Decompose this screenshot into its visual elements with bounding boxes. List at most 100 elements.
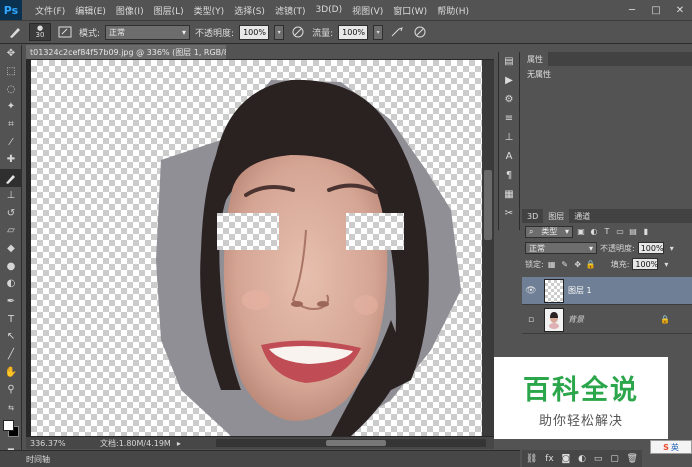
horizontal-scrollbar[interactable] — [216, 439, 486, 447]
filter-pixel-icon[interactable]: ▣ — [576, 227, 586, 236]
hand-tool-icon[interactable]: ✋ — [0, 363, 22, 381]
eyedropper-tool-icon[interactable]: ⁄ — [0, 133, 22, 151]
pressure-opacity-icon[interactable] — [289, 23, 307, 41]
lock-all-icon[interactable]: 🔒 — [586, 260, 596, 269]
timeline-label[interactable]: 时间轴 — [26, 454, 50, 465]
path-selection-tool-icon[interactable]: ↖ — [0, 328, 22, 346]
menu-filter[interactable]: 滤镜(T) — [270, 4, 311, 17]
character-panel-icon[interactable]: A — [499, 147, 519, 166]
layer-style-icon[interactable]: fx — [545, 454, 554, 464]
menu-3d[interactable]: 3D(D) — [310, 5, 347, 15]
menu-type[interactable]: 类型(Y) — [189, 4, 230, 17]
tools-settings-icon[interactable]: ✂ — [499, 204, 519, 223]
swap-colors-icon[interactable]: ⇆ — [0, 399, 22, 417]
opacity-dropdown-icon[interactable]: ▾ — [274, 24, 285, 40]
airbrush-icon[interactable] — [388, 23, 406, 41]
visibility-toggle-empty[interactable]: ▫ — [522, 315, 540, 325]
close-button[interactable]: ✕ — [668, 0, 692, 20]
type-tool-icon[interactable]: T — [0, 310, 22, 328]
zoom-tool-icon[interactable]: ⚲ — [0, 381, 22, 399]
lock-position-icon[interactable]: ✥ — [573, 260, 583, 269]
canvas[interactable] — [31, 60, 482, 436]
lock-pixels-icon[interactable]: ✎ — [560, 260, 570, 269]
clone-stamp-tool-icon[interactable]: ⊥ — [0, 187, 22, 205]
pressure-size-icon[interactable] — [411, 23, 429, 41]
fill-dropdown-icon[interactable]: ▾ — [661, 260, 671, 269]
magic-wand-tool-icon[interactable]: ✦ — [0, 98, 22, 116]
horizontal-scroll-thumb[interactable] — [326, 440, 386, 446]
tab-layers[interactable]: 图层 — [543, 209, 570, 223]
add-mask-icon[interactable]: ◙ — [562, 454, 571, 464]
ime-indicator[interactable]: S 英 — [650, 440, 692, 454]
brush-preset-icon[interactable] — [6, 23, 24, 41]
layer-name[interactable]: 背景 — [568, 314, 584, 325]
menu-layer[interactable]: 图层(L) — [149, 4, 189, 17]
document-tab[interactable]: t01324c2cef84f57b09.jpg @ 336% (图层 1, RG… — [26, 45, 226, 59]
document-size[interactable]: 文档:1.80M/4.19M — [86, 438, 171, 449]
layer-row-background[interactable]: ▫ 背景 🔒 — [522, 306, 692, 334]
opacity-dropdown-icon[interactable]: ▾ — [667, 244, 677, 253]
timeline-bar[interactable]: 时间轴 — [0, 450, 520, 467]
tab-properties[interactable]: 属性 — [522, 52, 548, 66]
visibility-eye-icon[interactable]: 👁 — [522, 286, 540, 296]
menu-file[interactable]: 文件(F) — [30, 4, 70, 17]
info-panel-icon[interactable]: ▦ — [499, 185, 519, 204]
brush-presets-icon[interactable]: ⊥ — [499, 128, 519, 147]
flow-dropdown-icon[interactable]: ▾ — [373, 24, 384, 40]
filter-type-icon[interactable]: T — [602, 227, 612, 236]
adjustments-panel-icon[interactable]: ≡ — [499, 109, 519, 128]
crop-tool-icon[interactable]: ⌗ — [0, 116, 22, 134]
foreground-color-swatch[interactable] — [3, 420, 14, 432]
dodge-tool-icon[interactable]: ◐ — [0, 275, 22, 293]
brush-tool-icon[interactable] — [0, 168, 22, 187]
fill-field[interactable]: 100% — [632, 258, 659, 270]
color-swatches[interactable] — [0, 416, 22, 444]
vertical-scrollbar[interactable] — [482, 60, 494, 436]
menu-image[interactable]: 图像(I) — [111, 4, 149, 17]
new-group-icon[interactable]: ▭ — [594, 454, 603, 464]
tab-3d[interactable]: 3D — [522, 209, 544, 223]
minimize-button[interactable]: ─ — [620, 0, 644, 20]
pen-tool-icon[interactable]: ✒ — [0, 293, 22, 311]
brush-size-picker[interactable]: ● 30 — [29, 23, 51, 41]
history-brush-tool-icon[interactable]: ↺ — [0, 204, 22, 222]
menu-view[interactable]: 视图(V) — [347, 4, 388, 17]
layer-name[interactable]: 图层 1 — [568, 285, 592, 296]
delete-layer-icon[interactable]: 🗑 — [627, 454, 638, 464]
menu-help[interactable]: 帮助(H) — [432, 4, 474, 17]
vertical-scroll-thumb[interactable] — [484, 170, 492, 240]
tool-presets-icon[interactable]: ⚙ — [499, 90, 519, 109]
blend-mode-select[interactable]: 正常 ▾ — [525, 242, 597, 254]
maximize-button[interactable]: □ — [644, 0, 668, 20]
marquee-tool-icon[interactable]: ⬚ — [0, 63, 22, 81]
link-layers-icon[interactable]: ⛓ — [526, 454, 537, 464]
blur-tool-icon[interactable]: ● — [0, 257, 22, 275]
adjustment-layer-icon[interactable]: ◐ — [578, 454, 586, 464]
layer-opacity-field[interactable]: 100% — [637, 242, 664, 254]
layer-row-layer1[interactable]: 👁 图层 1 — [522, 277, 692, 305]
menu-select[interactable]: 选择(S) — [229, 4, 270, 17]
layer-filter-select[interactable]: ⌕ 类型 ▾ — [525, 225, 573, 238]
history-panel-icon[interactable]: ▤ — [499, 52, 519, 71]
eraser-tool-icon[interactable]: ▱ — [0, 222, 22, 240]
filter-adjustment-icon[interactable]: ◐ — [589, 227, 599, 236]
tab-channels[interactable]: 通道 — [569, 209, 596, 223]
paragraph-panel-icon[interactable]: ¶ — [499, 166, 519, 185]
filter-smart-object-icon[interactable]: ▤ — [628, 227, 638, 236]
menu-edit[interactable]: 编辑(E) — [70, 4, 111, 17]
status-menu-arrow-icon[interactable]: ▸ — [177, 439, 181, 448]
menu-window[interactable]: 窗口(W) — [388, 4, 432, 17]
zoom-level[interactable]: 336.37% — [26, 439, 86, 448]
move-tool-icon[interactable]: ✥ — [0, 45, 22, 63]
mode-select[interactable]: 正常 ▾ — [105, 24, 191, 40]
brush-panel-icon[interactable] — [56, 23, 74, 41]
actions-panel-icon[interactable]: ▶ — [499, 71, 519, 90]
line-tool-icon[interactable]: ╱ — [0, 346, 22, 364]
healing-brush-tool-icon[interactable]: ✚ — [0, 151, 22, 169]
opacity-field[interactable]: 100% — [239, 24, 270, 40]
flow-field[interactable]: 100% — [338, 24, 369, 40]
filter-shape-icon[interactable]: ▭ — [615, 227, 625, 236]
paint-bucket-tool-icon[interactable]: ◆ — [0, 240, 22, 258]
new-layer-icon[interactable]: ▢ — [610, 454, 619, 464]
filter-toggle-icon[interactable]: ▮ — [641, 227, 651, 236]
